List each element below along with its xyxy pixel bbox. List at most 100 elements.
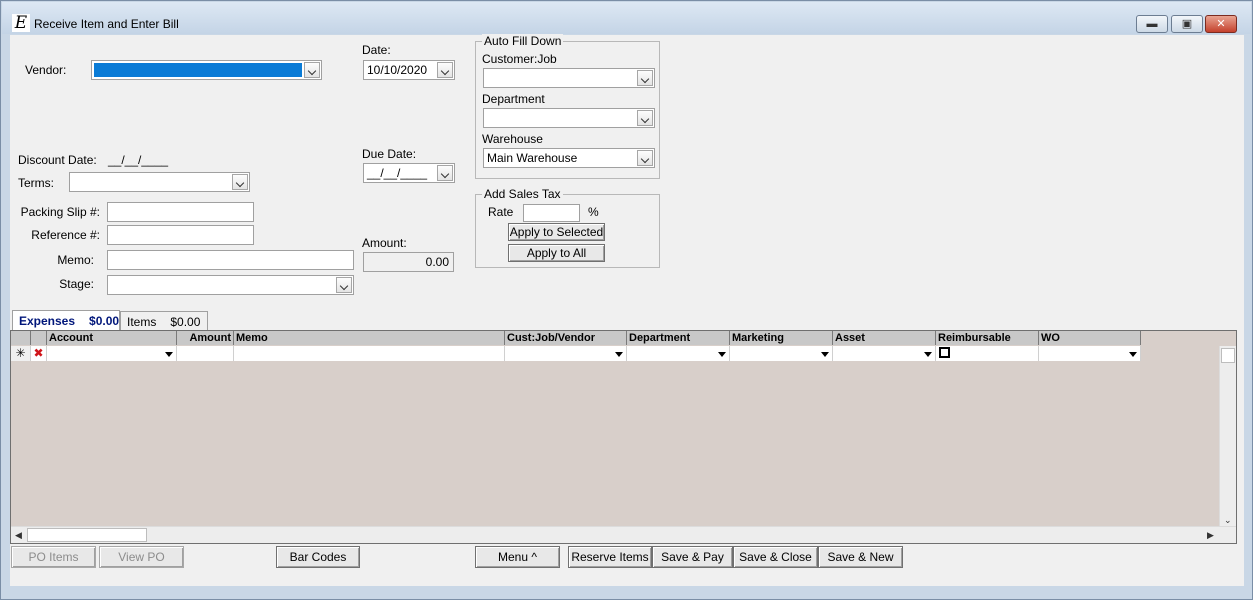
chevron-down-icon[interactable] [336, 277, 352, 293]
scroll-right-icon[interactable]: ▶ [1207, 529, 1214, 541]
chevron-down-icon[interactable] [715, 347, 728, 359]
asset-cell[interactable] [833, 346, 936, 361]
amount-value: 0.00 [363, 252, 454, 272]
vendor-selection [94, 63, 302, 77]
percent-label: % [588, 205, 599, 219]
terms-combo[interactable] [69, 172, 250, 192]
reference-input[interactable] [107, 225, 254, 245]
col-cust-job-vendor[interactable]: Cust:Job/Vendor [505, 331, 627, 345]
date-value: 10/10/2020 [367, 63, 428, 77]
apply-to-all-button[interactable]: Apply to All [508, 244, 605, 262]
stage-combo[interactable] [107, 275, 354, 295]
expense-grid: Account Amount Memo Cust:Job/Vendor Depa… [10, 330, 1237, 544]
horizontal-scroll-thumb[interactable] [27, 528, 147, 542]
view-po-button[interactable]: View PO [99, 546, 184, 568]
vertical-scroll-thumb[interactable] [1221, 348, 1235, 363]
save-close-button[interactable]: Save & Close [733, 546, 818, 568]
packing-slip-label: Packing Slip #: [20, 205, 100, 219]
col-department[interactable]: Department [627, 331, 730, 345]
chevron-down-icon[interactable] [637, 110, 653, 126]
auto-fill-title: Auto Fill Down [482, 34, 564, 48]
delete-column-header [31, 331, 47, 345]
chevron-down-icon[interactable] [437, 165, 453, 181]
amount-cell[interactable] [177, 346, 234, 361]
tab-items-label: Items [127, 315, 157, 329]
account-cell[interactable] [47, 346, 177, 361]
po-items-button[interactable]: PO Items [11, 546, 96, 568]
sales-tax-group: Add Sales Tax Rate % Apply to Selected A… [475, 187, 660, 268]
col-reimbursable[interactable]: Reimbursable [936, 331, 1039, 345]
department-label: Department [482, 92, 545, 106]
chevron-down-icon[interactable] [637, 70, 653, 86]
sales-tax-title: Add Sales Tax [482, 187, 563, 201]
save-new-button[interactable]: Save & New [818, 546, 903, 568]
minimize-icon: ▬ [1146, 18, 1158, 30]
horizontal-scrollbar[interactable]: ◀ ▶ [11, 526, 1236, 543]
chevron-down-icon[interactable] [612, 347, 625, 359]
wo-cell[interactable] [1039, 346, 1141, 361]
tab-expenses-amount: $0.00 [89, 314, 120, 328]
warehouse-value: Main Warehouse [487, 151, 578, 165]
warehouse-label: Warehouse [482, 132, 543, 146]
title-bar: E Receive Item and Enter Bill ▬ ▣ ✕ [2, 2, 1251, 34]
rate-input[interactable] [523, 204, 580, 222]
tab-expenses[interactable]: Expenses $0.00 [12, 310, 120, 332]
grid-header: Account Amount Memo Cust:Job/Vendor Depa… [11, 331, 1141, 345]
restore-icon: ▣ [1181, 18, 1193, 30]
reference-label: Reference #: [31, 228, 100, 242]
due-date-field[interactable]: __/__/____ [363, 163, 455, 183]
col-amount[interactable]: Amount [177, 331, 234, 345]
chevron-down-icon[interactable] [232, 174, 248, 190]
vendor-combo[interactable] [91, 60, 322, 80]
delete-row-icon[interactable]: ✖ [31, 346, 47, 361]
date-label: Date: [362, 43, 391, 57]
menu-button[interactable]: Menu ^ [475, 546, 560, 568]
auto-fill-group: Auto Fill Down Customer:Job Department W… [475, 34, 660, 179]
chevron-down-icon[interactable] [437, 62, 453, 78]
reimbursable-checkbox[interactable] [939, 347, 950, 358]
chevron-down-icon[interactable] [304, 62, 320, 78]
vertical-scrollbar[interactable]: ⌄ [1219, 346, 1236, 527]
minimize-button[interactable]: ▬ [1136, 15, 1168, 33]
chevron-down-icon[interactable] [162, 347, 175, 359]
marketing-cell[interactable] [730, 346, 833, 361]
customer-job-combo[interactable] [483, 68, 655, 88]
discount-date-label: Discount Date: [18, 153, 97, 167]
scroll-down-icon[interactable]: ⌄ [1224, 514, 1232, 526]
cust-job-vendor-cell[interactable] [505, 346, 627, 361]
col-memo[interactable]: Memo [234, 331, 505, 345]
tab-items[interactable]: Items $0.00 [120, 311, 208, 332]
memo-cell[interactable] [234, 346, 505, 361]
apply-to-selected-button[interactable]: Apply to Selected [508, 223, 605, 241]
chevron-down-icon[interactable] [921, 347, 934, 359]
close-button[interactable]: ✕ [1205, 15, 1237, 33]
packing-slip-input[interactable] [107, 202, 254, 222]
chevron-down-icon[interactable] [818, 347, 831, 359]
col-asset[interactable]: Asset [833, 331, 936, 345]
new-row-marker: ✳ [11, 346, 31, 361]
vendor-label: Vendor: [25, 63, 67, 77]
discount-date-value[interactable]: __/__/____ [108, 153, 168, 167]
window-title: Receive Item and Enter Bill [34, 17, 179, 31]
memo-input[interactable] [107, 250, 354, 270]
due-date-value: __/__/____ [367, 166, 428, 180]
terms-label: Terms: [18, 176, 54, 190]
restore-button[interactable]: ▣ [1171, 15, 1203, 33]
chevron-down-icon[interactable] [1126, 347, 1139, 359]
bar-codes-button[interactable]: Bar Codes [276, 546, 360, 568]
due-date-label: Due Date: [362, 147, 417, 161]
reserve-items-button[interactable]: Reserve Items [568, 546, 652, 568]
save-pay-button[interactable]: Save & Pay [652, 546, 733, 568]
reimbursable-cell [936, 346, 1039, 361]
chevron-down-icon[interactable] [637, 150, 653, 166]
col-marketing[interactable]: Marketing [730, 331, 833, 345]
col-account[interactable]: Account [47, 331, 177, 345]
date-field[interactable]: 10/10/2020 [363, 60, 455, 80]
department-cell[interactable] [627, 346, 730, 361]
warehouse-combo[interactable]: Main Warehouse [483, 148, 655, 168]
col-wo[interactable]: WO [1039, 331, 1141, 345]
department-combo[interactable] [483, 108, 655, 128]
stage-label: Stage: [59, 277, 94, 291]
tab-items-amount: $0.00 [170, 315, 201, 329]
scroll-left-icon[interactable]: ◀ [15, 529, 22, 541]
